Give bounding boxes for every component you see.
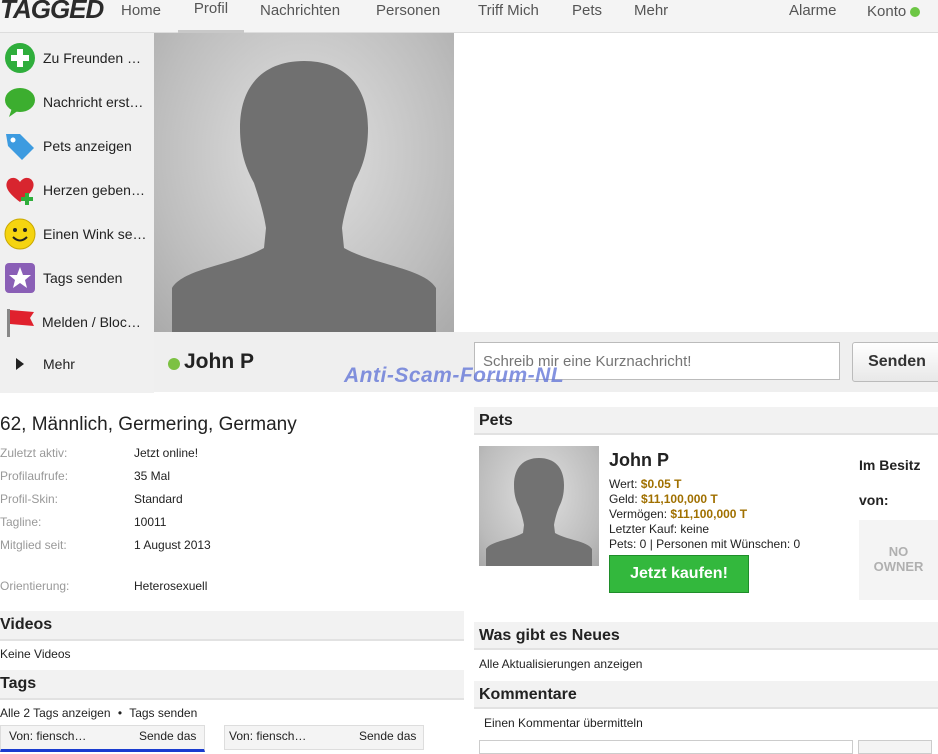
nav-profil[interactable]: Profil xyxy=(178,0,244,33)
sidebar-item-pets[interactable]: Pets anzeigen xyxy=(0,124,154,168)
comments-header: Kommentare xyxy=(474,681,938,709)
nav-alarme[interactable]: Alarme xyxy=(789,2,837,19)
info-value: 1 August 2013 xyxy=(134,538,211,552)
info-value: Heterosexuell xyxy=(134,579,208,593)
submit-comment-link[interactable]: Einen Kommentar übermitteln xyxy=(484,716,643,730)
pet-name[interactable]: John P xyxy=(609,450,669,471)
owner-label-von: von: xyxy=(859,492,889,508)
sidebar-item-label: Mehr xyxy=(43,356,75,372)
online-status-icon xyxy=(168,358,180,370)
owner-label: Im Besitz xyxy=(859,457,921,473)
nav-triff-mich[interactable]: Triff Mich xyxy=(478,2,539,19)
comment-submit-button[interactable] xyxy=(858,740,932,754)
pet-letzter-kauf: Letzter Kauf: keine xyxy=(609,522,710,536)
info-key: Orientierung: xyxy=(0,579,70,593)
sidebar-item-label: Herzen geben… xyxy=(43,182,145,198)
sidebar-item-hearts[interactable]: Herzen geben… xyxy=(0,168,154,212)
pet-counts: Pets: 0 | Personen mit Wünschen: 0 xyxy=(609,537,801,551)
sidebar-item-more[interactable]: Mehr xyxy=(0,342,154,386)
pet-vermoegen-label: Vermögen: xyxy=(609,507,668,521)
nav-mehr[interactable]: Mehr xyxy=(634,2,668,19)
tag-from: Von: fiensch… xyxy=(9,729,87,743)
tagged-logo[interactable]: TAGGED xyxy=(0,0,104,25)
pet-wert: Wert: $0.05 T xyxy=(609,477,682,491)
silhouette-icon xyxy=(172,61,436,332)
pet-geld-label: Geld: xyxy=(609,492,638,506)
pets-header: Pets xyxy=(474,407,938,435)
tag-action[interactable]: Sende das xyxy=(359,729,416,743)
profile-summary: 62, Männlich, Germering, Germany xyxy=(0,414,297,435)
pet-geld-value: $11,100,000 T xyxy=(641,492,718,506)
info-key: Mitglied seit: xyxy=(0,538,67,552)
tag-action[interactable]: Sende das xyxy=(139,729,196,743)
info-value: 35 Mal xyxy=(134,469,171,483)
no-owner-badge: NO OWNER xyxy=(859,520,938,600)
pet-photo-placeholder[interactable] xyxy=(479,446,599,566)
send-tags-link[interactable]: Tags senden xyxy=(129,706,197,720)
profile-action-sidebar: Zu Freunden … Nachricht erst… Pets anzei… xyxy=(0,33,154,393)
sidebar-item-label: Melden / Bloc… xyxy=(42,314,141,330)
send-button[interactable]: Senden xyxy=(852,342,938,382)
info-value: Jetzt online! xyxy=(134,446,199,460)
sidebar-item-label: Tags senden xyxy=(43,270,123,286)
nav-konto[interactable]: Konto xyxy=(867,3,921,20)
silhouette-icon xyxy=(486,458,592,566)
tag-from: Von: fiensch… xyxy=(229,729,307,743)
top-nav: TAGGED Home Profil Nachrichten Personen … xyxy=(0,0,938,33)
sidebar-item-message[interactable]: Nachricht erst… xyxy=(0,80,154,124)
info-key: Profilaufrufe: xyxy=(0,469,69,483)
info-value: Standard xyxy=(134,492,183,506)
buy-now-button[interactable]: Jetzt kaufen! xyxy=(609,555,749,593)
speech-bubble-icon xyxy=(3,85,37,119)
info-key: Profil-Skin: xyxy=(0,492,59,506)
videos-empty-text: Keine Videos xyxy=(0,647,71,661)
profile-name: John P xyxy=(184,350,255,373)
no-owner-line2: OWNER xyxy=(873,559,924,574)
sidebar-item-label: Pets anzeigen xyxy=(43,138,132,154)
online-status-icon xyxy=(910,7,921,18)
pet-vermoegen-value: $11,100,000 T xyxy=(670,507,748,521)
info-key: Tagline: xyxy=(0,515,42,529)
tags-links: Alle 2 Tags anzeigen • Tags senden xyxy=(0,706,197,720)
nav-konto-label: Konto xyxy=(867,3,907,20)
sidebar-item-wink[interactable]: Einen Wink se… xyxy=(0,212,154,256)
comment-input[interactable] xyxy=(479,740,853,754)
add-friend-icon xyxy=(3,41,37,75)
show-all-tags-link[interactable]: Alle 2 Tags anzeigen xyxy=(0,706,111,720)
sidebar-item-label: Zu Freunden … xyxy=(43,50,142,66)
all-updates-link[interactable]: Alle Aktualisierungen anzeigen xyxy=(479,657,642,671)
flag-icon xyxy=(3,305,37,339)
nav-personen[interactable]: Personen xyxy=(376,2,440,19)
play-arrow-icon xyxy=(3,347,37,381)
pet-vermoegen: Vermögen: $11,100,000 T xyxy=(609,507,747,521)
bullet-separator: • xyxy=(117,706,123,720)
info-key: Zuletzt aktiv: xyxy=(0,446,68,460)
info-value: 10011 xyxy=(134,515,167,529)
tag-item[interactable]: Von: fiensch… Sende das xyxy=(224,725,424,750)
nav-pets[interactable]: Pets xyxy=(572,2,602,19)
heart-plus-icon xyxy=(3,173,37,207)
sidebar-item-report[interactable]: Melden / Bloc… xyxy=(0,300,154,344)
smiley-icon xyxy=(3,217,37,251)
nav-home[interactable]: Home xyxy=(121,2,161,19)
tags-header: Tags xyxy=(0,670,464,700)
videos-header: Videos xyxy=(0,611,464,641)
news-header: Was gibt es Neues xyxy=(474,622,938,650)
sidebar-item-label: Einen Wink se… xyxy=(43,226,147,242)
watermark-text: Anti-Scam-Forum-NL xyxy=(344,364,565,387)
sidebar-item-tags[interactable]: Tags senden xyxy=(0,256,154,300)
star-icon xyxy=(3,261,37,295)
pet-geld: Geld: $11,100,000 T xyxy=(609,492,718,506)
profile-photo-placeholder[interactable] xyxy=(154,33,454,332)
sidebar-item-label: Nachricht erst… xyxy=(43,94,144,110)
sidebar-item-add-friend[interactable]: Zu Freunden … xyxy=(0,36,154,80)
pet-wert-label: Wert: xyxy=(609,477,638,491)
pet-wert-value: $0.05 T xyxy=(640,477,682,491)
nav-nachrichten[interactable]: Nachrichten xyxy=(260,2,340,19)
no-owner-line1: NO xyxy=(888,544,909,559)
price-tag-icon xyxy=(3,129,37,163)
